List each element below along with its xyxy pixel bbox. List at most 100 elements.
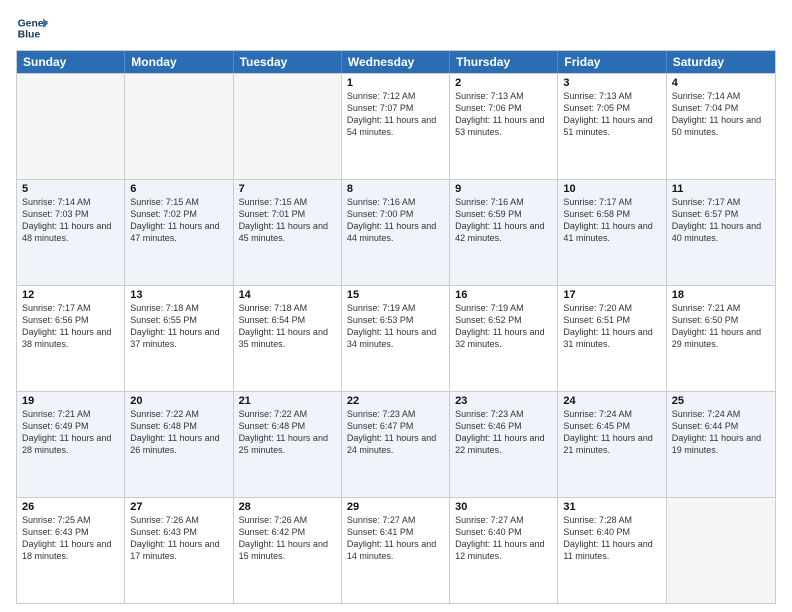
cell-day-number: 25 [672,395,770,407]
calendar-cell: 2Sunrise: 7:13 AMSunset: 7:06 PMDaylight… [450,74,558,179]
calendar-header: SundayMondayTuesdayWednesdayThursdayFrid… [17,51,775,73]
cell-day-number: 16 [455,289,552,301]
calendar-cell [17,74,125,179]
calendar-cell: 26Sunrise: 7:25 AMSunset: 6:43 PMDayligh… [17,498,125,603]
cell-info: Sunrise: 7:27 AMSunset: 6:40 PMDaylight:… [455,514,552,563]
calendar-cell: 31Sunrise: 7:28 AMSunset: 6:40 PMDayligh… [558,498,666,603]
calendar-week-row: 5Sunrise: 7:14 AMSunset: 7:03 PMDaylight… [17,179,775,285]
cell-info: Sunrise: 7:21 AMSunset: 6:50 PMDaylight:… [672,302,770,351]
cell-info: Sunrise: 7:21 AMSunset: 6:49 PMDaylight:… [22,408,119,457]
calendar-week-row: 26Sunrise: 7:25 AMSunset: 6:43 PMDayligh… [17,497,775,603]
calendar-day-header: Sunday [17,51,125,73]
calendar-cell: 9Sunrise: 7:16 AMSunset: 6:59 PMDaylight… [450,180,558,285]
calendar-cell: 7Sunrise: 7:15 AMSunset: 7:01 PMDaylight… [234,180,342,285]
calendar-cell: 5Sunrise: 7:14 AMSunset: 7:03 PMDaylight… [17,180,125,285]
cell-info: Sunrise: 7:17 AMSunset: 6:58 PMDaylight:… [563,196,660,245]
cell-info: Sunrise: 7:13 AMSunset: 7:05 PMDaylight:… [563,90,660,139]
calendar-cell: 20Sunrise: 7:22 AMSunset: 6:48 PMDayligh… [125,392,233,497]
cell-day-number: 9 [455,183,552,195]
cell-info: Sunrise: 7:26 AMSunset: 6:43 PMDaylight:… [130,514,227,563]
cell-info: Sunrise: 7:15 AMSunset: 7:02 PMDaylight:… [130,196,227,245]
cell-day-number: 8 [347,183,444,195]
cell-info: Sunrise: 7:24 AMSunset: 6:45 PMDaylight:… [563,408,660,457]
cell-day-number: 27 [130,501,227,513]
cell-day-number: 28 [239,501,336,513]
calendar-week-row: 12Sunrise: 7:17 AMSunset: 6:56 PMDayligh… [17,285,775,391]
cell-info: Sunrise: 7:18 AMSunset: 6:54 PMDaylight:… [239,302,336,351]
cell-info: Sunrise: 7:27 AMSunset: 6:41 PMDaylight:… [347,514,444,563]
calendar-cell: 16Sunrise: 7:19 AMSunset: 6:52 PMDayligh… [450,286,558,391]
cell-day-number: 4 [672,77,770,89]
calendar-cell: 1Sunrise: 7:12 AMSunset: 7:07 PMDaylight… [342,74,450,179]
cell-day-number: 20 [130,395,227,407]
cell-day-number: 15 [347,289,444,301]
cell-day-number: 13 [130,289,227,301]
logo: General Blue [16,12,54,44]
cell-day-number: 18 [672,289,770,301]
cell-day-number: 29 [347,501,444,513]
cell-info: Sunrise: 7:20 AMSunset: 6:51 PMDaylight:… [563,302,660,351]
cell-info: Sunrise: 7:15 AMSunset: 7:01 PMDaylight:… [239,196,336,245]
svg-text:Blue: Blue [18,30,41,41]
calendar-cell: 23Sunrise: 7:23 AMSunset: 6:46 PMDayligh… [450,392,558,497]
cell-info: Sunrise: 7:22 AMSunset: 6:48 PMDaylight:… [239,408,336,457]
cell-day-number: 12 [22,289,119,301]
cell-day-number: 10 [563,183,660,195]
calendar-cell [234,74,342,179]
cell-day-number: 23 [455,395,552,407]
header: General Blue [16,12,776,44]
cell-info: Sunrise: 7:17 AMSunset: 6:56 PMDaylight:… [22,302,119,351]
calendar-cell: 11Sunrise: 7:17 AMSunset: 6:57 PMDayligh… [667,180,775,285]
cell-day-number: 3 [563,77,660,89]
calendar-week-row: 1Sunrise: 7:12 AMSunset: 7:07 PMDaylight… [17,73,775,179]
cell-info: Sunrise: 7:19 AMSunset: 6:52 PMDaylight:… [455,302,552,351]
cell-day-number: 11 [672,183,770,195]
calendar-cell: 19Sunrise: 7:21 AMSunset: 6:49 PMDayligh… [17,392,125,497]
cell-info: Sunrise: 7:14 AMSunset: 7:03 PMDaylight:… [22,196,119,245]
calendar-day-header: Monday [125,51,233,73]
calendar-cell: 30Sunrise: 7:27 AMSunset: 6:40 PMDayligh… [450,498,558,603]
calendar-cell: 27Sunrise: 7:26 AMSunset: 6:43 PMDayligh… [125,498,233,603]
calendar-cell: 17Sunrise: 7:20 AMSunset: 6:51 PMDayligh… [558,286,666,391]
cell-day-number: 17 [563,289,660,301]
calendar-day-header: Saturday [667,51,775,73]
cell-info: Sunrise: 7:16 AMSunset: 7:00 PMDaylight:… [347,196,444,245]
cell-info: Sunrise: 7:22 AMSunset: 6:48 PMDaylight:… [130,408,227,457]
cell-day-number: 31 [563,501,660,513]
cell-info: Sunrise: 7:26 AMSunset: 6:42 PMDaylight:… [239,514,336,563]
calendar-cell: 25Sunrise: 7:24 AMSunset: 6:44 PMDayligh… [667,392,775,497]
cell-day-number: 30 [455,501,552,513]
cell-day-number: 22 [347,395,444,407]
cell-day-number: 26 [22,501,119,513]
cell-info: Sunrise: 7:25 AMSunset: 6:43 PMDaylight:… [22,514,119,563]
cell-info: Sunrise: 7:23 AMSunset: 6:47 PMDaylight:… [347,408,444,457]
cell-day-number: 7 [239,183,336,195]
cell-info: Sunrise: 7:23 AMSunset: 6:46 PMDaylight:… [455,408,552,457]
cell-info: Sunrise: 7:14 AMSunset: 7:04 PMDaylight:… [672,90,770,139]
calendar-cell [667,498,775,603]
cell-day-number: 14 [239,289,336,301]
cell-day-number: 6 [130,183,227,195]
cell-day-number: 24 [563,395,660,407]
cell-info: Sunrise: 7:17 AMSunset: 6:57 PMDaylight:… [672,196,770,245]
cell-day-number: 1 [347,77,444,89]
calendar-cell [125,74,233,179]
cell-info: Sunrise: 7:13 AMSunset: 7:06 PMDaylight:… [455,90,552,139]
cell-info: Sunrise: 7:28 AMSunset: 6:40 PMDaylight:… [563,514,660,563]
calendar-week-row: 19Sunrise: 7:21 AMSunset: 6:49 PMDayligh… [17,391,775,497]
calendar-cell: 4Sunrise: 7:14 AMSunset: 7:04 PMDaylight… [667,74,775,179]
page: General Blue SundayMondayTuesdayWednesda… [0,0,792,612]
logo-icon: General Blue [16,12,48,44]
cell-info: Sunrise: 7:18 AMSunset: 6:55 PMDaylight:… [130,302,227,351]
calendar-day-header: Tuesday [234,51,342,73]
calendar-cell: 15Sunrise: 7:19 AMSunset: 6:53 PMDayligh… [342,286,450,391]
calendar-cell: 8Sunrise: 7:16 AMSunset: 7:00 PMDaylight… [342,180,450,285]
cell-info: Sunrise: 7:12 AMSunset: 7:07 PMDaylight:… [347,90,444,139]
calendar-cell: 3Sunrise: 7:13 AMSunset: 7:05 PMDaylight… [558,74,666,179]
calendar-cell: 14Sunrise: 7:18 AMSunset: 6:54 PMDayligh… [234,286,342,391]
cell-info: Sunrise: 7:16 AMSunset: 6:59 PMDaylight:… [455,196,552,245]
cell-info: Sunrise: 7:24 AMSunset: 6:44 PMDaylight:… [672,408,770,457]
calendar-cell: 21Sunrise: 7:22 AMSunset: 6:48 PMDayligh… [234,392,342,497]
calendar-cell: 22Sunrise: 7:23 AMSunset: 6:47 PMDayligh… [342,392,450,497]
calendar-cell: 6Sunrise: 7:15 AMSunset: 7:02 PMDaylight… [125,180,233,285]
